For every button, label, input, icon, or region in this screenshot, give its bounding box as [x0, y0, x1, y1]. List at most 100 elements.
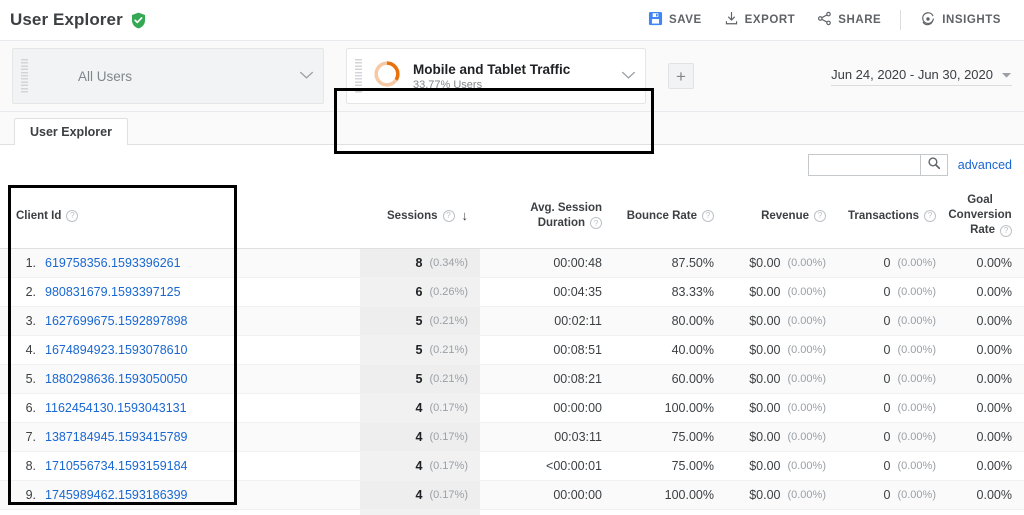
cell-sessions: 5 (0.21%): [360, 335, 480, 365]
revenue-value: $0.00: [749, 401, 781, 415]
user-explorer-table: Client Id ? Sessions ? ↓ Avg. Session Du…: [0, 185, 1024, 515]
top-bar: User Explorer SAVE EXPORT SHARE INSIGHTS: [0, 0, 1024, 40]
client-id-link[interactable]: 1745989462.1593186399: [45, 488, 188, 502]
insights-button[interactable]: INSIGHTS: [909, 7, 1012, 34]
advanced-link[interactable]: advanced: [958, 158, 1012, 172]
chevron-down-icon[interactable]: [621, 67, 636, 85]
transactions-percent: (0.00%): [897, 431, 936, 443]
search-button[interactable]: [919, 154, 948, 176]
table-row[interactable]: 3. 1627699675.1592897898 5 (0.21%) 00:02:11 8…: [0, 306, 1024, 336]
cell-avg-session-duration: 00:04:35: [480, 277, 614, 307]
cell-transactions: 0 (0.00%): [838, 364, 948, 394]
revenue-percent: (0.00%): [787, 402, 826, 414]
help-icon[interactable]: ?: [924, 209, 936, 222]
table-row[interactable]: 10.1887466146.15928381974(0.17%)00:00:00…: [0, 509, 1024, 515]
column-header-avg-session-duration[interactable]: Avg. Session Duration ?: [480, 185, 614, 249]
cell-revenue: $0.00 (0.00%): [726, 393, 838, 423]
revenue-percent: (0.00%): [787, 460, 826, 472]
segment-bar: All Users Mobile and Tablet Traffic 33.7…: [0, 40, 1024, 154]
cell-transactions: 0 (0.00%): [838, 422, 948, 452]
segment-donut-chart: [372, 59, 402, 94]
transactions-value: 0: [883, 314, 891, 328]
cell-sessions: 6 (0.26%): [360, 277, 480, 307]
sessions-value: 4: [415, 430, 423, 444]
table-row[interactable]: 4. 1674894923.1593078610 5 (0.21%) 00:08:51 4…: [0, 335, 1024, 365]
client-id-link[interactable]: 1162454130.1593043131: [45, 401, 187, 415]
column-header-transactions[interactable]: Transactions ?: [838, 185, 948, 249]
cell-client-id: 10.1887466146.1592838197: [0, 509, 360, 515]
insights-label: INSIGHTS: [942, 14, 1001, 26]
column-label: Client Id: [16, 209, 62, 222]
client-id-link[interactable]: 1627699675.1592897898: [45, 314, 188, 328]
help-icon[interactable]: ?: [814, 209, 826, 222]
client-id-link[interactable]: 1387184945.1593415789: [45, 430, 188, 444]
client-id-link[interactable]: 980831679.1593397125: [45, 285, 181, 299]
sessions-value: 6: [415, 285, 423, 299]
revenue-value: $0.00: [749, 488, 781, 502]
table-header-row: Client Id ? Sessions ? ↓ Avg. Session Du…: [0, 185, 1024, 249]
export-button[interactable]: EXPORT: [713, 7, 807, 33]
tab-user-explorer[interactable]: User Explorer: [14, 118, 128, 145]
add-segment-button[interactable]: +: [668, 63, 694, 89]
segment-chip-all-users[interactable]: All Users: [12, 48, 324, 104]
cell-bounce-rate: 80.00%: [614, 306, 726, 336]
table-row[interactable]: 1. 619758356.1593396261 8 (0.34%) 00:00:48 87…: [0, 248, 1024, 278]
column-label-line2: Duration: [537, 216, 585, 229]
transactions-percent: (0.00%): [897, 315, 936, 327]
column-header-goal-conversion-rate[interactable]: Goal Conversion Rate ?: [948, 185, 1024, 249]
column-header-revenue[interactable]: Revenue ?: [726, 185, 838, 249]
cell-revenue: $0.00 (0.00%): [726, 480, 838, 510]
table-row[interactable]: 5. 1880298636.1593050050 5 (0.21%) 00:08:21 6…: [0, 364, 1024, 394]
revenue-value: $0.00: [749, 459, 781, 473]
search-input[interactable]: [807, 154, 920, 176]
tab-strip: User Explorer: [0, 112, 1024, 145]
cell-bounce-rate: 100.00%: [614, 480, 726, 510]
client-id-link[interactable]: 619758356.1593396261: [45, 256, 181, 270]
sessions-value: 4: [415, 488, 423, 502]
sessions-percent: (0.26%): [429, 286, 468, 298]
table-row[interactable]: 2. 980831679.1593397125 6 (0.26%) 00:04:35 83…: [0, 277, 1024, 307]
drag-handle-icon[interactable]: [355, 59, 362, 93]
cell-avg-session-duration: <00:00:01: [480, 451, 614, 481]
revenue-percent: (0.00%): [787, 489, 826, 501]
client-id-link[interactable]: 1710556734.1593159184: [45, 459, 188, 473]
share-button[interactable]: SHARE: [806, 7, 892, 33]
table-row[interactable]: 6. 1162454130.1593043131 4 (0.17%) 00:00:00 1…: [0, 393, 1024, 423]
cell-transactions: 0 (0.00%): [838, 277, 948, 307]
help-icon[interactable]: ?: [590, 217, 602, 229]
save-button[interactable]: SAVE: [637, 7, 713, 33]
help-icon[interactable]: ?: [702, 209, 714, 222]
column-header-sessions[interactable]: Sessions ? ↓: [360, 185, 480, 249]
sort-descending-icon[interactable]: ↓: [462, 208, 469, 223]
client-id-link[interactable]: 1880298636.1593050050: [45, 372, 188, 386]
column-header-client-id[interactable]: Client Id ?: [0, 185, 360, 249]
drag-handle-icon[interactable]: [21, 59, 28, 93]
transactions-percent: (0.00%): [897, 402, 936, 414]
cell-revenue: $0.00 (0.00%): [726, 248, 838, 278]
cell-bounce-rate: 100.00%: [614, 509, 726, 515]
cell-revenue: $0.00 (0.00%): [726, 335, 838, 365]
revenue-value: $0.00: [749, 285, 781, 299]
cell-sessions: 5 (0.21%): [360, 306, 480, 336]
table-row[interactable]: 7. 1387184945.1593415789 4 (0.17%) 00:03:11 7…: [0, 422, 1024, 452]
cell-avg-session-duration: 00:02:11: [480, 306, 614, 336]
chevron-down-icon[interactable]: [299, 67, 314, 85]
transactions-percent: (0.00%): [897, 373, 936, 385]
help-icon[interactable]: ?: [1000, 224, 1012, 237]
cell-bounce-rate: 100.00%: [614, 393, 726, 423]
column-header-bounce-rate[interactable]: Bounce Rate ?: [614, 185, 726, 249]
table-row[interactable]: 8. 1710556734.1593159184 4 (0.17%) <00:00:01…: [0, 451, 1024, 481]
cell-avg-session-duration: 00:00:00: [480, 509, 614, 515]
cell-sessions: 4 (0.17%): [360, 480, 480, 510]
client-id-link[interactable]: 1674894923.1593078610: [45, 343, 188, 357]
transactions-value: 0: [883, 256, 891, 270]
row-rank: 9.: [25, 488, 36, 502]
date-range-picker[interactable]: Jun 24, 2020 - Jun 30, 2020: [831, 67, 1012, 86]
revenue-value: $0.00: [749, 256, 781, 270]
help-icon[interactable]: ?: [66, 209, 79, 222]
table-row[interactable]: 9. 1745989462.1593186399 4 (0.17%) 00:00:00 1…: [0, 480, 1024, 510]
cell-client-id: 5. 1880298636.1593050050: [0, 364, 360, 394]
segment-chip-mobile-tablet-traffic[interactable]: Mobile and Tablet Traffic 33.77% Users: [346, 48, 646, 104]
cell-bounce-rate: 60.00%: [614, 364, 726, 394]
help-icon[interactable]: ?: [442, 209, 455, 222]
